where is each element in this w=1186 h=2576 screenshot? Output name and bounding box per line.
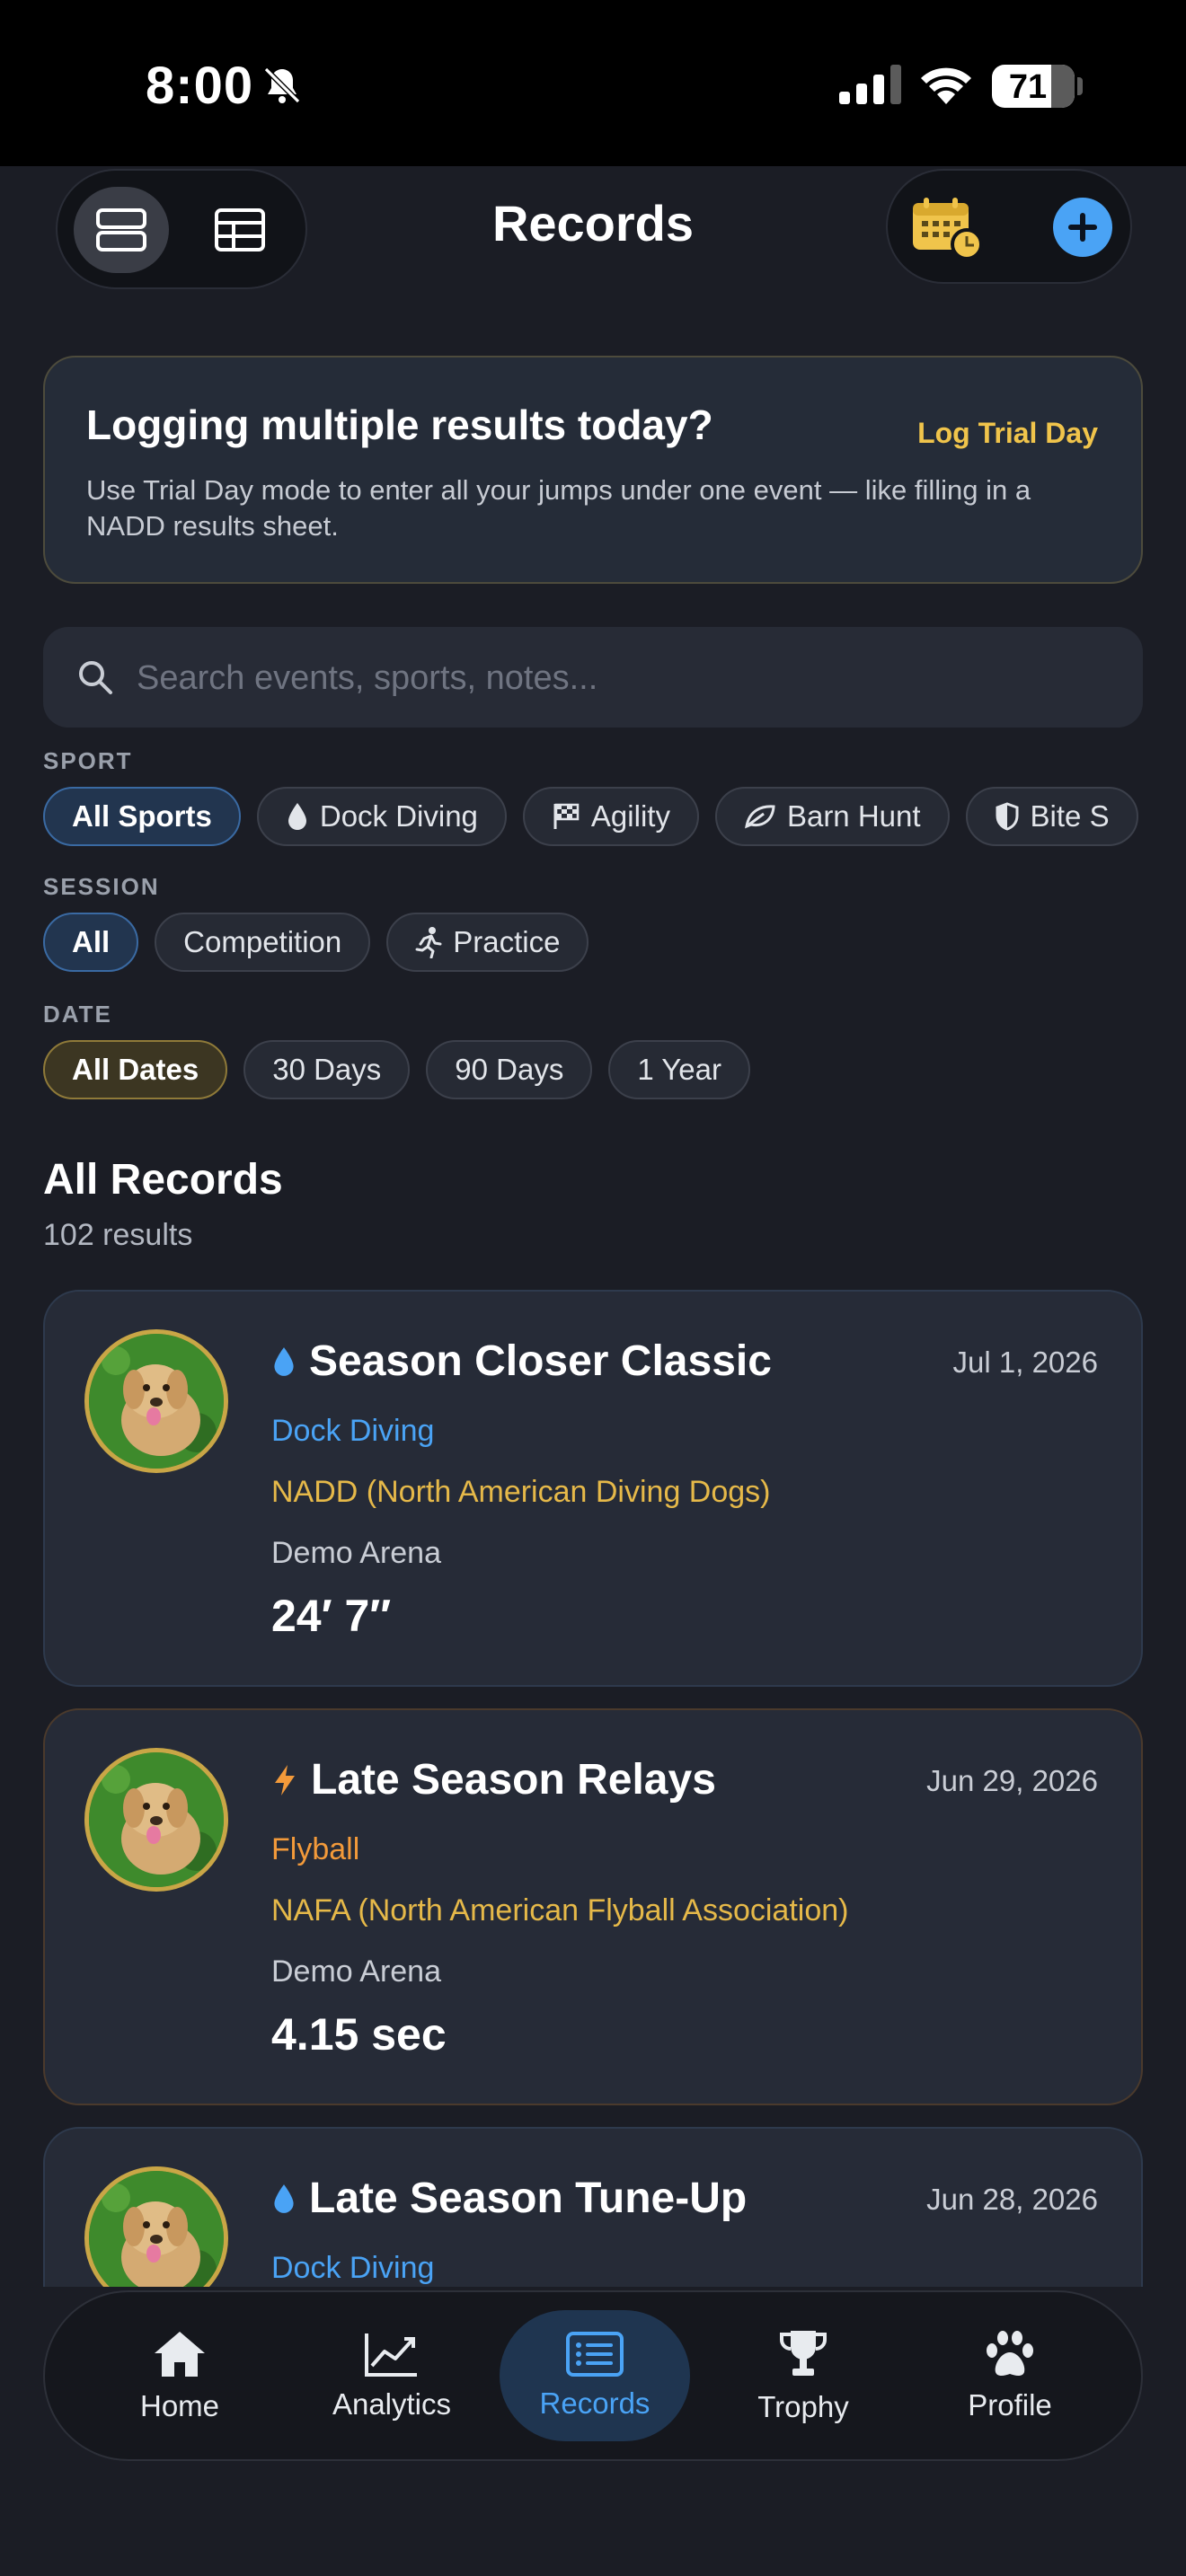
wifi-icon — [918, 63, 974, 109]
sport-filter-label: SPORT — [43, 747, 133, 774]
trial-day-banner: Logging multiple results today? Log Tria… — [43, 356, 1143, 584]
chip-label: Practice — [453, 925, 561, 958]
battery-level: 71 — [1008, 68, 1048, 106]
tab-home[interactable]: Home — [84, 2310, 275, 2441]
chip-agility[interactable]: Agility — [522, 787, 699, 846]
shield-icon — [995, 802, 1020, 831]
record-title: Late Season Tune-Up — [309, 2175, 748, 2222]
tab-label: Trophy — [757, 2390, 849, 2423]
water-drop-icon — [271, 1345, 296, 1378]
date-filter-label: DATE — [43, 1001, 112, 1028]
chip-label: All — [72, 925, 111, 958]
chip-label: All Sports — [72, 799, 212, 833]
battery-icon: 71 — [992, 65, 1075, 108]
chip-label: 1 Year — [637, 1053, 721, 1086]
tab-analytics[interactable]: Analytics — [296, 2310, 487, 2441]
cellular-signal-icon — [839, 65, 902, 109]
bell-muted-icon — [261, 63, 304, 112]
record-event-name: Late Season Relays — [271, 1755, 716, 1804]
list-title: All Records — [43, 1156, 283, 1204]
status-bar: 8:00 71 — [0, 0, 1186, 166]
leaf-icon — [744, 803, 776, 830]
record-date: Jun 29, 2026 — [926, 1764, 1098, 1797]
record-sport: Dock Diving — [271, 1414, 435, 1448]
calendar-clock-icon — [913, 198, 983, 260]
chip-bite-sports[interactable]: Bite S — [965, 787, 1138, 846]
dog-avatar — [84, 1329, 228, 1473]
tab-bar: Home Analytics Records Trophy Profile — [43, 2290, 1143, 2461]
chip-label: 90 Days — [455, 1053, 564, 1086]
chip-label: All Dates — [72, 1053, 199, 1086]
record-title: Late Season Relays — [311, 1756, 716, 1804]
log-trial-day-link[interactable]: Log Trial Day — [917, 417, 1098, 450]
tab-label: Home — [139, 2389, 220, 2422]
record-title: Season Closer Classic — [309, 1337, 772, 1385]
banner-body: Use Trial Day mode to enter all your jum… — [86, 474, 1031, 542]
tab-label: Profile — [968, 2388, 1052, 2422]
add-record-button[interactable] — [1053, 198, 1112, 257]
tab-records[interactable]: Records — [500, 2310, 690, 2441]
sport-filter-chips: All Sports Dock Diving Agility Barn Hunt Bit… — [43, 787, 1143, 850]
checkered-flag-icon — [552, 802, 580, 831]
chip-session-all[interactable]: All — [43, 913, 139, 972]
record-result: 24′ 7″ — [271, 1591, 392, 1641]
water-drop-icon — [271, 2183, 296, 2215]
record-card[interactable]: Late Season Relays Jun 29, 2026 Flyball … — [43, 1708, 1143, 2105]
date-filter-chips: All Dates 30 Days 90 Days 1 Year — [43, 1040, 1143, 1103]
plus-icon — [1068, 213, 1097, 242]
banner-title: Logging multiple results today? — [86, 401, 713, 448]
header-actions — [886, 169, 1132, 284]
record-organization: NAFA (North American Flyball Association… — [271, 1893, 849, 1928]
chip-competition[interactable]: Competition — [155, 913, 371, 972]
list-icon — [566, 2332, 624, 2377]
record-date: Jun 28, 2026 — [926, 2183, 1098, 2216]
session-filter-label: SESSION — [43, 873, 160, 900]
chip-label: Agility — [590, 799, 670, 833]
chip-30-days[interactable]: 30 Days — [243, 1040, 411, 1099]
chip-label: Competition — [183, 925, 342, 958]
record-event-name: Late Season Tune-Up — [271, 2174, 747, 2223]
tab-profile[interactable]: Profile — [915, 2310, 1105, 2441]
paw-print-icon — [987, 2331, 1033, 2376]
results-count: 102 results — [43, 1218, 193, 1252]
chip-1-year[interactable]: 1 Year — [608, 1040, 750, 1099]
search-bar — [43, 627, 1143, 728]
record-event-name: Season Closer Classic — [271, 1337, 772, 1386]
chip-label: Bite S — [1030, 799, 1110, 833]
status-time: 8:00 — [146, 57, 254, 115]
search-input[interactable] — [135, 648, 1109, 708]
search-icon — [75, 657, 115, 701]
chip-all-dates[interactable]: All Dates — [43, 1040, 228, 1099]
running-figure-icon — [415, 926, 442, 958]
record-sport: Flyball — [271, 1832, 360, 1866]
record-card[interactable]: Season Closer Classic Jul 1, 2026 Dock D… — [43, 1290, 1143, 1687]
tab-label: Analytics — [332, 2387, 452, 2421]
trophy-icon — [780, 2331, 827, 2376]
chip-practice[interactable]: Practice — [386, 913, 589, 972]
line-chart-icon — [365, 2333, 417, 2377]
dog-avatar — [84, 1748, 228, 1892]
chip-90-days[interactable]: 90 Days — [426, 1040, 593, 1099]
tab-trophy[interactable]: Trophy — [708, 2310, 898, 2441]
chip-label: 30 Days — [272, 1053, 382, 1086]
lightning-bolt-icon — [271, 1763, 298, 1797]
water-drop-icon — [286, 801, 309, 832]
record-date: Jul 1, 2026 — [952, 1345, 1098, 1379]
trial-day-calendar-button[interactable] — [911, 196, 983, 260]
chip-label: Barn Hunt — [786, 799, 921, 833]
chip-dock-diving[interactable]: Dock Diving — [256, 787, 507, 846]
session-filter-chips: All Competition Practice — [43, 913, 1143, 975]
chip-all-sports[interactable]: All Sports — [43, 787, 241, 846]
chip-barn-hunt[interactable]: Barn Hunt — [714, 787, 950, 846]
record-sport: Dock Diving — [271, 2251, 435, 2285]
record-venue: Demo Arena — [271, 1536, 441, 1570]
record-result: 4.15 sec — [271, 2009, 447, 2060]
home-icon — [155, 2332, 205, 2377]
record-venue: Demo Arena — [271, 1954, 441, 1989]
chip-label: Dock Diving — [319, 799, 478, 833]
tab-label: Records — [539, 2386, 651, 2420]
record-organization: NADD (North American Diving Dogs) — [271, 1475, 771, 1509]
